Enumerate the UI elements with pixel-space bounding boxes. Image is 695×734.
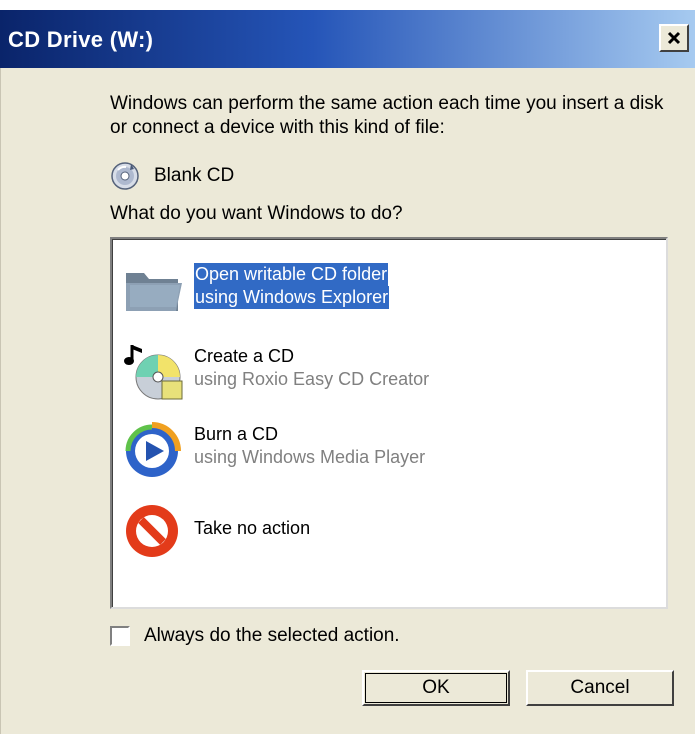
action-list[interactable]: Open writable CD folder using Windows Ex… bbox=[110, 237, 668, 609]
media-player-icon bbox=[125, 422, 181, 477]
action-sub-label: using Windows Media Player bbox=[194, 447, 426, 467]
action-take-no-action[interactable]: Take no action bbox=[122, 499, 642, 563]
action-main-label: Open writable CD folder bbox=[194, 263, 389, 286]
description-text: Windows can perform the same action each… bbox=[110, 93, 664, 138]
title-bar[interactable]: CD Drive (W:) bbox=[0, 10, 695, 68]
action-main-label: Create a CD bbox=[194, 346, 295, 366]
always-do-label[interactable]: Always do the selected action. bbox=[144, 625, 400, 647]
content-type-label: Blank CD bbox=[154, 165, 235, 186]
content-type-row: Blank CD bbox=[110, 160, 234, 192]
close-button[interactable] bbox=[659, 24, 689, 52]
cancel-button[interactable]: Cancel bbox=[526, 670, 674, 706]
top-strip bbox=[0, 0, 695, 10]
action-open-folder[interactable]: Open writable CD folder using Windows Ex… bbox=[122, 257, 642, 321]
window-title: CD Drive (W:) bbox=[8, 27, 154, 52]
action-main-label: Take no action bbox=[194, 518, 311, 538]
always-do-checkbox[interactable] bbox=[110, 626, 130, 646]
action-sub-label: using Roxio Easy CD Creator bbox=[194, 369, 430, 389]
always-do-row[interactable]: Always do the selected action. bbox=[110, 625, 400, 647]
action-sub-label: using Windows Explorer bbox=[194, 286, 390, 309]
roxio-icon bbox=[124, 345, 183, 400]
action-main-label: Burn a CD bbox=[194, 424, 279, 444]
ok-button[interactable]: OK bbox=[362, 670, 510, 706]
question-text: What do you want Windows to do? bbox=[110, 203, 403, 224]
action-create-cd[interactable]: Create a CD using Roxio Easy CD Creator bbox=[122, 339, 642, 403]
action-burn-cd[interactable]: Burn a CD using Windows Media Player bbox=[122, 417, 642, 481]
close-icon bbox=[667, 31, 681, 45]
no-action-icon bbox=[126, 505, 178, 557]
folder-icon bbox=[126, 273, 182, 311]
cd-icon bbox=[111, 162, 139, 190]
